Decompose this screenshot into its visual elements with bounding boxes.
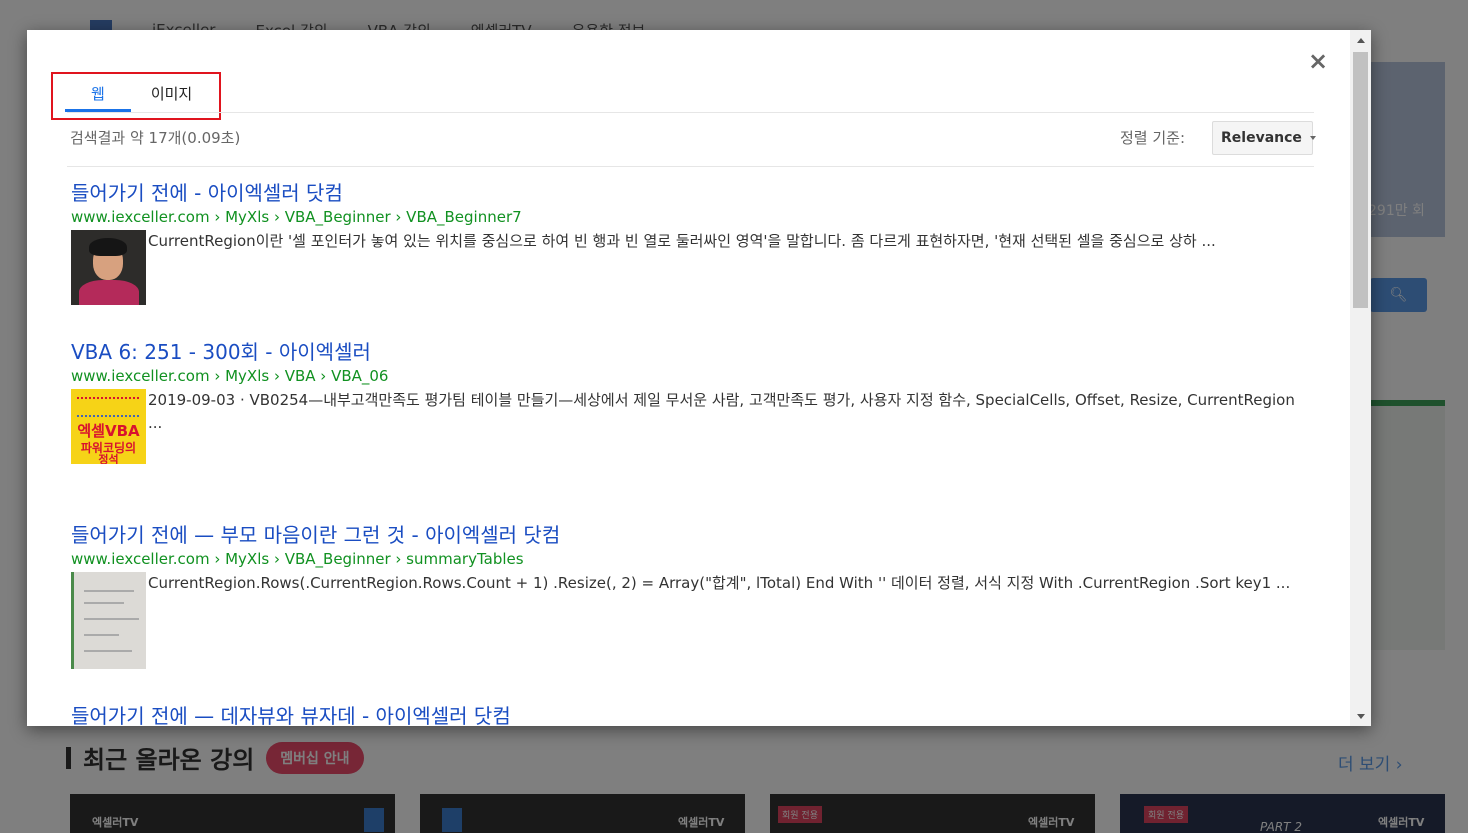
search-result: 들어가기 전에 - 아이엑셀러 닷컴 www.iexceller.com › M… — [71, 180, 1311, 305]
search-result: 들어가기 전에 — 부모 마음이란 그런 것 - 아이엑셀러 닷컴 www.ie… — [71, 522, 1311, 669]
sort-label: 정렬 기준: — [1120, 127, 1185, 148]
scrollbar-thumb[interactable] — [1353, 52, 1368, 308]
modal-content: × 웹 이미지 검색결과 약 17개(0.09초) 정렬 기준: Relevan… — [27, 30, 1350, 726]
thumb-shape — [79, 280, 139, 305]
sort-dropdown[interactable]: Relevance — [1212, 121, 1313, 155]
close-button[interactable]: × — [1307, 48, 1329, 74]
caret-down-icon — [1310, 136, 1316, 140]
tabs-divider — [67, 112, 1314, 113]
thumb-shape — [84, 590, 134, 592]
result-thumbnail[interactable] — [71, 572, 146, 669]
result-thumbnail[interactable]: 엑셀VBA 파워코딩의 정석 — [71, 389, 146, 464]
thumb-shape — [84, 634, 119, 636]
result-snippet: CurrentRegion이란 '셀 포인터가 놓여 있는 위치를 중심으로 하… — [148, 230, 1298, 305]
result-title-link[interactable]: VBA 6: 251 - 300회 - 아이엑셀러 — [71, 339, 1311, 365]
search-results-modal: × 웹 이미지 검색결과 약 17개(0.09초) 정렬 기준: Relevan… — [27, 30, 1371, 726]
result-url: www.iexceller.com › MyXls › VBA_Beginner… — [71, 549, 1311, 569]
result-count: 검색결과 약 17개(0.09초) — [70, 127, 240, 148]
thumb-shape — [84, 618, 139, 620]
thumb-shape — [84, 650, 132, 652]
sort-divider — [67, 166, 1314, 167]
result-title-link[interactable]: 들어가기 전에 — 데자뷰와 뷰자데 - 아이엑셀러 닷컴 — [71, 703, 1311, 726]
result-url: www.iexceller.com › MyXls › VBA_Beginner… — [71, 207, 1311, 227]
thumb-shape — [84, 602, 124, 604]
search-result: VBA 6: 251 - 300회 - 아이엑셀러 www.iexceller.… — [71, 339, 1311, 464]
search-result: 들어가기 전에 — 데자뷰와 뷰자데 - 아이엑셀러 닷컴 — [71, 703, 1311, 726]
result-title-link[interactable]: 들어가기 전에 - 아이엑셀러 닷컴 — [71, 180, 1311, 206]
thumb-text: 정석 — [71, 451, 146, 464]
arrow-up-icon — [1357, 38, 1365, 43]
thumb-shape — [77, 397, 139, 417]
scroll-up-button[interactable] — [1350, 30, 1371, 50]
result-title-link[interactable]: 들어가기 전에 — 부모 마음이란 그런 것 - 아이엑셀러 닷컴 — [71, 522, 1311, 548]
thumb-shape — [89, 238, 127, 256]
result-body: 엑셀VBA 파워코딩의 정석 2019-09-03 · VB0254—내부고객만… — [71, 389, 1311, 464]
scrollbar[interactable] — [1350, 30, 1371, 726]
thumb-text: 엑셀VBA — [71, 423, 146, 439]
result-url: www.iexceller.com › MyXls › VBA › VBA_06 — [71, 366, 1311, 386]
result-body: CurrentRegion.Rows(.CurrentRegion.Rows.C… — [71, 572, 1311, 669]
result-snippet: CurrentRegion.Rows(.CurrentRegion.Rows.C… — [148, 572, 1298, 669]
arrow-down-icon — [1357, 714, 1365, 719]
scroll-down-button[interactable] — [1350, 706, 1371, 726]
result-thumbnail[interactable] — [71, 230, 146, 305]
result-snippet: 2019-09-03 · VB0254—내부고객만족도 평가팀 테이블 만들기—… — [148, 389, 1298, 464]
result-body: CurrentRegion이란 '셀 포인터가 놓여 있는 위치를 중심으로 하… — [71, 230, 1311, 305]
sort-value: Relevance — [1221, 130, 1302, 146]
